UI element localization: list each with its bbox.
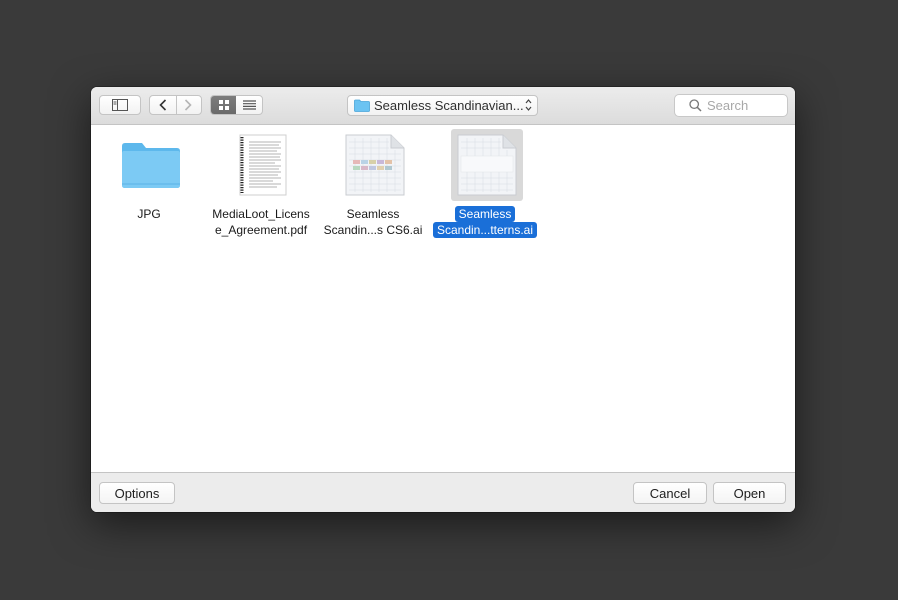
search-field[interactable]: Search: [674, 94, 788, 117]
search-placeholder: Search: [707, 98, 749, 113]
sidebar-icon: [112, 99, 128, 111]
back-button[interactable]: [150, 96, 176, 114]
grid-view-icon: [218, 100, 229, 110]
cancel-button[interactable]: Cancel: [633, 482, 707, 504]
open-file-dialog: Seamless Scandinavian... Search JPG Medi…: [91, 87, 795, 512]
file-name: Seamless Scandin...s CS6.ai: [323, 207, 423, 237]
folder-icon: [122, 143, 180, 188]
up-down-arrows-icon: [525, 99, 532, 111]
file-name: JPG: [137, 207, 161, 221]
nav-button-group: [149, 95, 202, 115]
file-name-selected: Seamless Scandin...tterns.ai: [430, 206, 540, 238]
ai-thumbnail-selected: [451, 129, 523, 201]
pdf-thumbnail: [227, 129, 299, 201]
ai-document-icon: [457, 134, 517, 196]
file-browser: JPG MediaLoot_Licens e_Agreement.pdf Sea…: [91, 125, 795, 472]
folder-icon: [354, 99, 370, 112]
location-popup[interactable]: Seamless Scandinavian...: [347, 95, 538, 116]
sidebar-toggle-button[interactable]: [99, 95, 141, 115]
folder-thumbnail: [115, 129, 187, 201]
list-view-button[interactable]: [236, 96, 262, 114]
ai-thumbnail: [339, 129, 411, 201]
file-name: MediaLoot_Licens e_Agreement.pdf: [212, 207, 310, 237]
open-button[interactable]: Open: [713, 482, 786, 504]
ai-document-icon: [345, 134, 405, 196]
search-icon: [689, 99, 702, 112]
location-label: Seamless Scandinavian...: [374, 98, 524, 113]
dialog-footer: Options Cancel Open: [91, 472, 795, 512]
options-button[interactable]: Options: [99, 482, 175, 504]
chevron-right-icon: [185, 99, 192, 111]
forward-button[interactable]: [176, 96, 202, 114]
view-mode-group: [210, 95, 263, 115]
list-view-icon: [242, 100, 256, 110]
pdf-document-icon: [239, 134, 287, 196]
toolbar: Seamless Scandinavian... Search: [91, 87, 795, 125]
chevron-left-icon: [159, 99, 166, 111]
icon-view-button[interactable]: [211, 96, 237, 114]
